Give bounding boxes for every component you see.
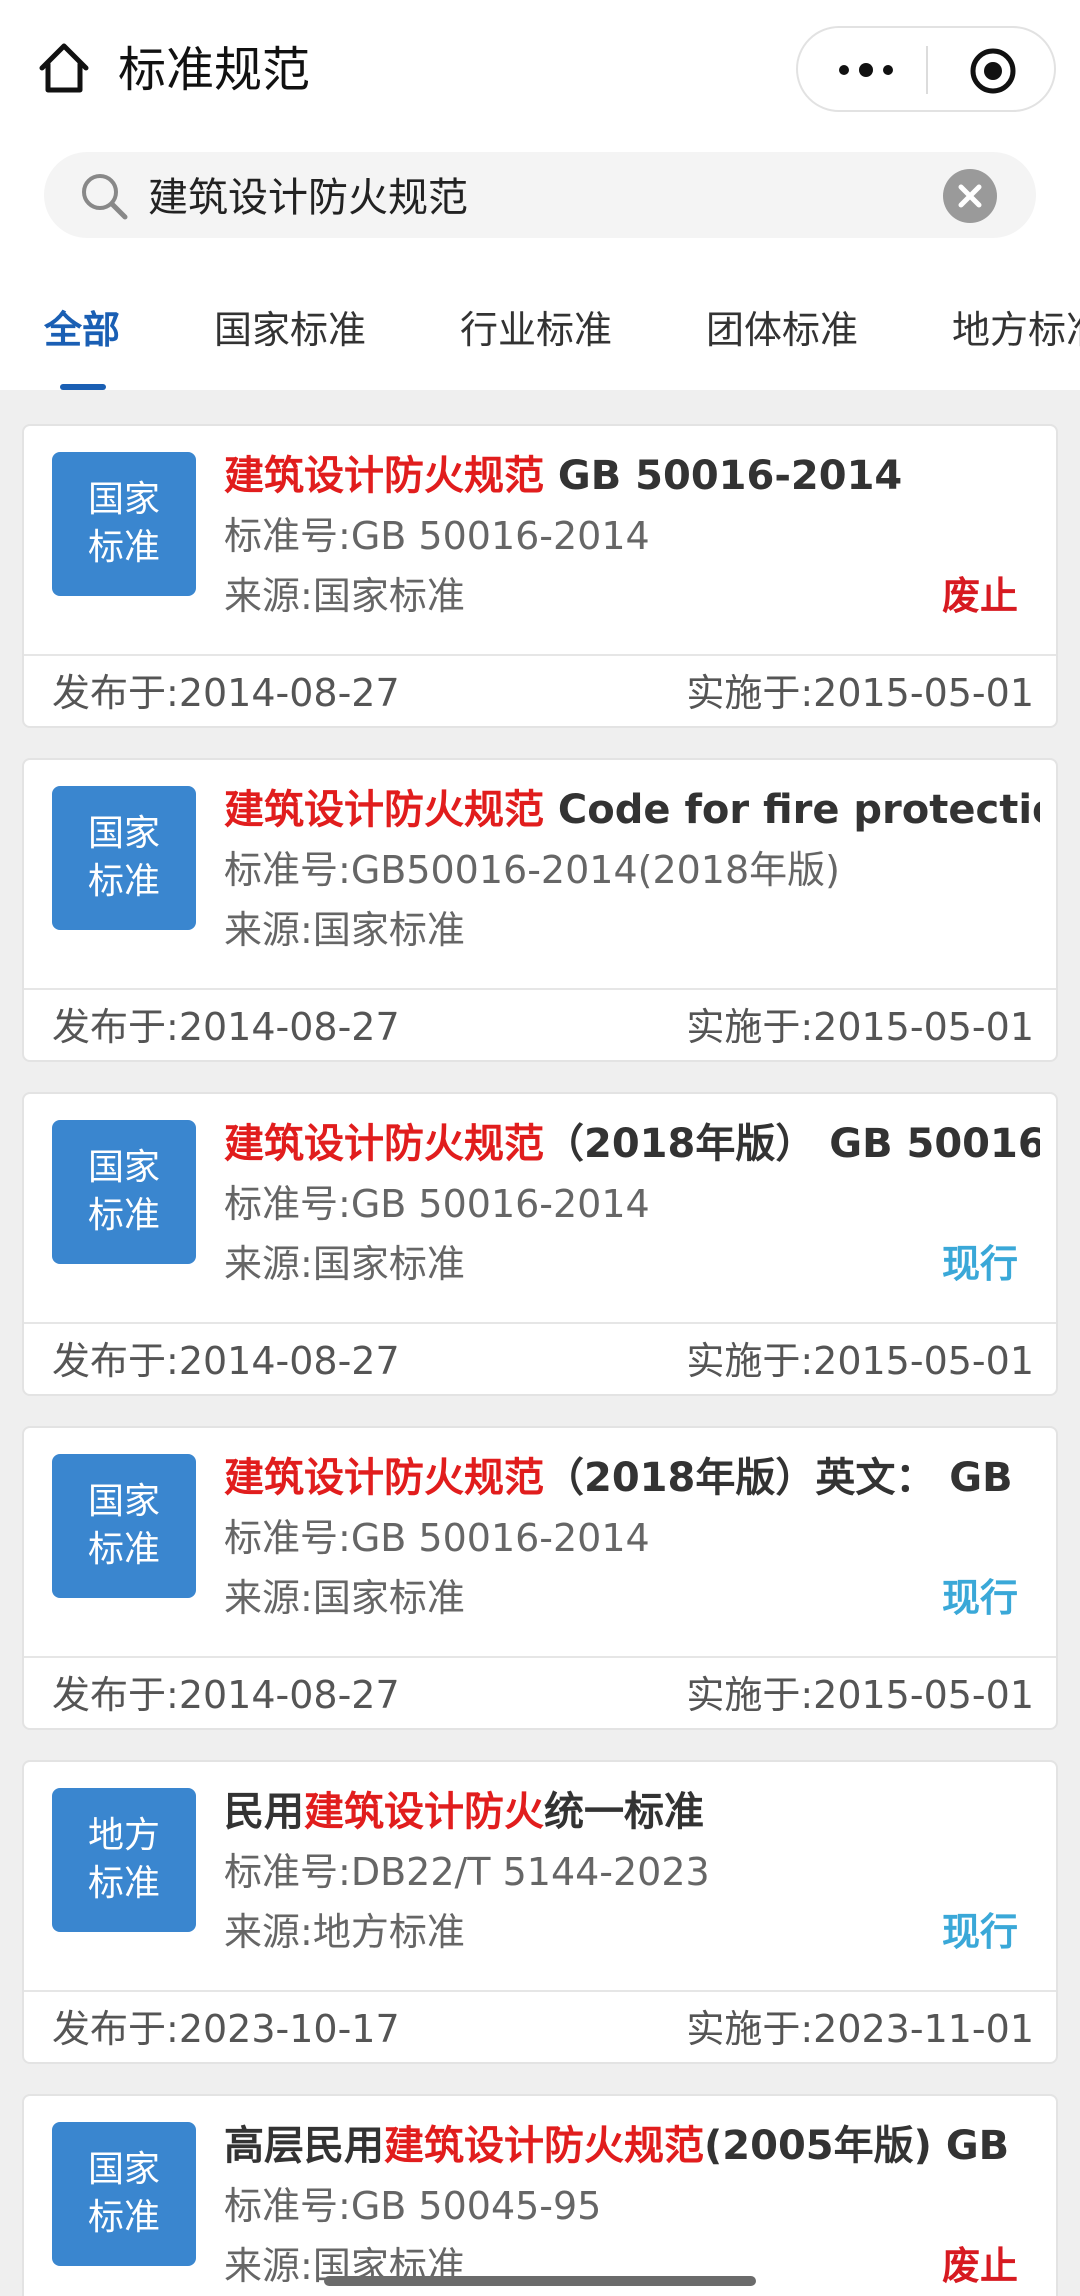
status-badge: 现行 <box>941 1576 1018 1620</box>
card-divider <box>24 1656 1056 1658</box>
standard-title: 建筑设计防火规范（2018年版）英文： GB <box>224 1455 1013 1501</box>
standard-number: 标准号:DB22/T 5144-2023 <box>224 1850 710 1894</box>
standard-source: 来源:国家标准 <box>224 1576 465 1620</box>
tab-group-standard[interactable]: 团体标准 <box>706 300 858 360</box>
card-divider <box>24 1322 1056 1324</box>
implement-date: 实施于:2015-05-01 <box>686 1673 1034 1717</box>
status-badge: 废止 <box>941 574 1018 618</box>
standard-number: 标准号:GB 50016-2014 <box>224 1182 650 1226</box>
implement-date: 实施于:2023-11-01 <box>686 2007 1034 2051</box>
standard-title: 建筑设计防火规范 Code for fire protection <box>224 787 1040 833</box>
status-badge: 现行 <box>941 1910 1018 1954</box>
more-icon[interactable] <box>826 48 906 92</box>
result-card[interactable]: 国家标准 建筑设计防火规范 GB 50016-2014 标准号:GB 50016… <box>22 424 1058 728</box>
tab-local-standard[interactable]: 地方标准 <box>952 300 1080 360</box>
result-card[interactable]: 国家标准 建筑设计防火规范（2018年版）英文： GB 标准号:GB 50016… <box>22 1426 1058 1730</box>
home-icon[interactable] <box>34 38 94 98</box>
search-input[interactable] <box>148 162 948 226</box>
standard-number: 标准号:GB 50016-2014 <box>224 1516 650 1560</box>
mini-program-capsule <box>796 26 1056 112</box>
publish-date: 发布于:2014-08-27 <box>52 1673 400 1717</box>
implement-date: 实施于:2015-05-01 <box>686 1339 1034 1383</box>
status-badge: 现行 <box>941 1242 1018 1286</box>
close-miniprogram-icon[interactable] <box>968 46 1018 96</box>
publish-date: 发布于:2014-08-27 <box>52 1339 400 1383</box>
standard-source: 来源:国家标准 <box>224 574 465 618</box>
result-card[interactable]: 地方标准 民用建筑设计防火统一标准 标准号:DB22/T 5144-2023 来… <box>22 1760 1058 2064</box>
standard-number: 标准号:GB50016-2014(2018年版) <box>224 848 840 892</box>
standard-source: 来源:地方标准 <box>224 1910 465 1954</box>
category-badge: 国家标准 <box>52 786 196 930</box>
standard-title: 高层民用建筑设计防火规范(2005年版) GB <box>224 2123 1010 2169</box>
category-tabs: 全部 国家标准 行业标准 团体标准 地方标准 <box>0 280 1080 390</box>
result-card[interactable]: 国家标准 高层民用建筑设计防火规范(2005年版) GB 标准号:GB 5004… <box>22 2094 1058 2296</box>
publish-date: 发布于:2014-08-27 <box>52 671 400 715</box>
search-icon <box>82 174 128 220</box>
standard-number: 标准号:GB 50045-95 <box>224 2184 602 2228</box>
standard-title: 建筑设计防火规范 GB 50016-2014 <box>224 453 903 499</box>
standard-source: 来源:国家标准 <box>224 908 465 952</box>
search-bar <box>44 152 1036 238</box>
standard-number: 标准号:GB 50016-2014 <box>224 514 650 558</box>
implement-date: 实施于:2015-05-01 <box>686 1005 1034 1049</box>
standard-title: 建筑设计防火规范（2018年版） GB 50016 <box>224 1121 1040 1167</box>
category-badge: 国家标准 <box>52 1454 196 1598</box>
tab-all[interactable]: 全部 <box>44 300 120 360</box>
status-badge: 废止 <box>941 2244 1018 2288</box>
tab-industry-standard[interactable]: 行业标准 <box>460 300 612 360</box>
category-badge: 国家标准 <box>52 2122 196 2266</box>
implement-date: 实施于:2015-05-01 <box>686 671 1034 715</box>
category-badge: 国家标准 <box>52 1120 196 1264</box>
publish-date: 发布于:2014-08-27 <box>52 1005 400 1049</box>
category-badge: 国家标准 <box>52 452 196 596</box>
result-card[interactable]: 国家标准 建筑设计防火规范 Code for fire protection 标… <box>22 758 1058 1062</box>
navigation-bar: 标准规范 <box>0 0 1080 140</box>
standard-source: 来源:国家标准 <box>224 1242 465 1286</box>
card-divider <box>24 654 1056 656</box>
card-divider <box>24 1990 1056 1992</box>
publish-date: 发布于:2023-10-17 <box>52 2007 400 2051</box>
page-title: 标准规范 <box>118 42 311 98</box>
tab-national-standard[interactable]: 国家标准 <box>214 300 366 360</box>
top-header: 标准规范 全部 国家标准 行业标准 团体标准 <box>0 0 1080 390</box>
results-list: 国家标准 建筑设计防火规范 GB 50016-2014 标准号:GB 50016… <box>0 390 1080 2296</box>
capsule-divider <box>926 46 928 94</box>
category-badge: 地方标准 <box>52 1788 196 1932</box>
clear-icon[interactable] <box>942 168 998 224</box>
result-card[interactable]: 国家标准 建筑设计防火规范（2018年版） GB 50016 标准号:GB 50… <box>22 1092 1058 1396</box>
home-indicator[interactable] <box>324 2276 756 2286</box>
card-divider <box>24 988 1056 990</box>
standard-title: 民用建筑设计防火统一标准 <box>224 1789 704 1835</box>
